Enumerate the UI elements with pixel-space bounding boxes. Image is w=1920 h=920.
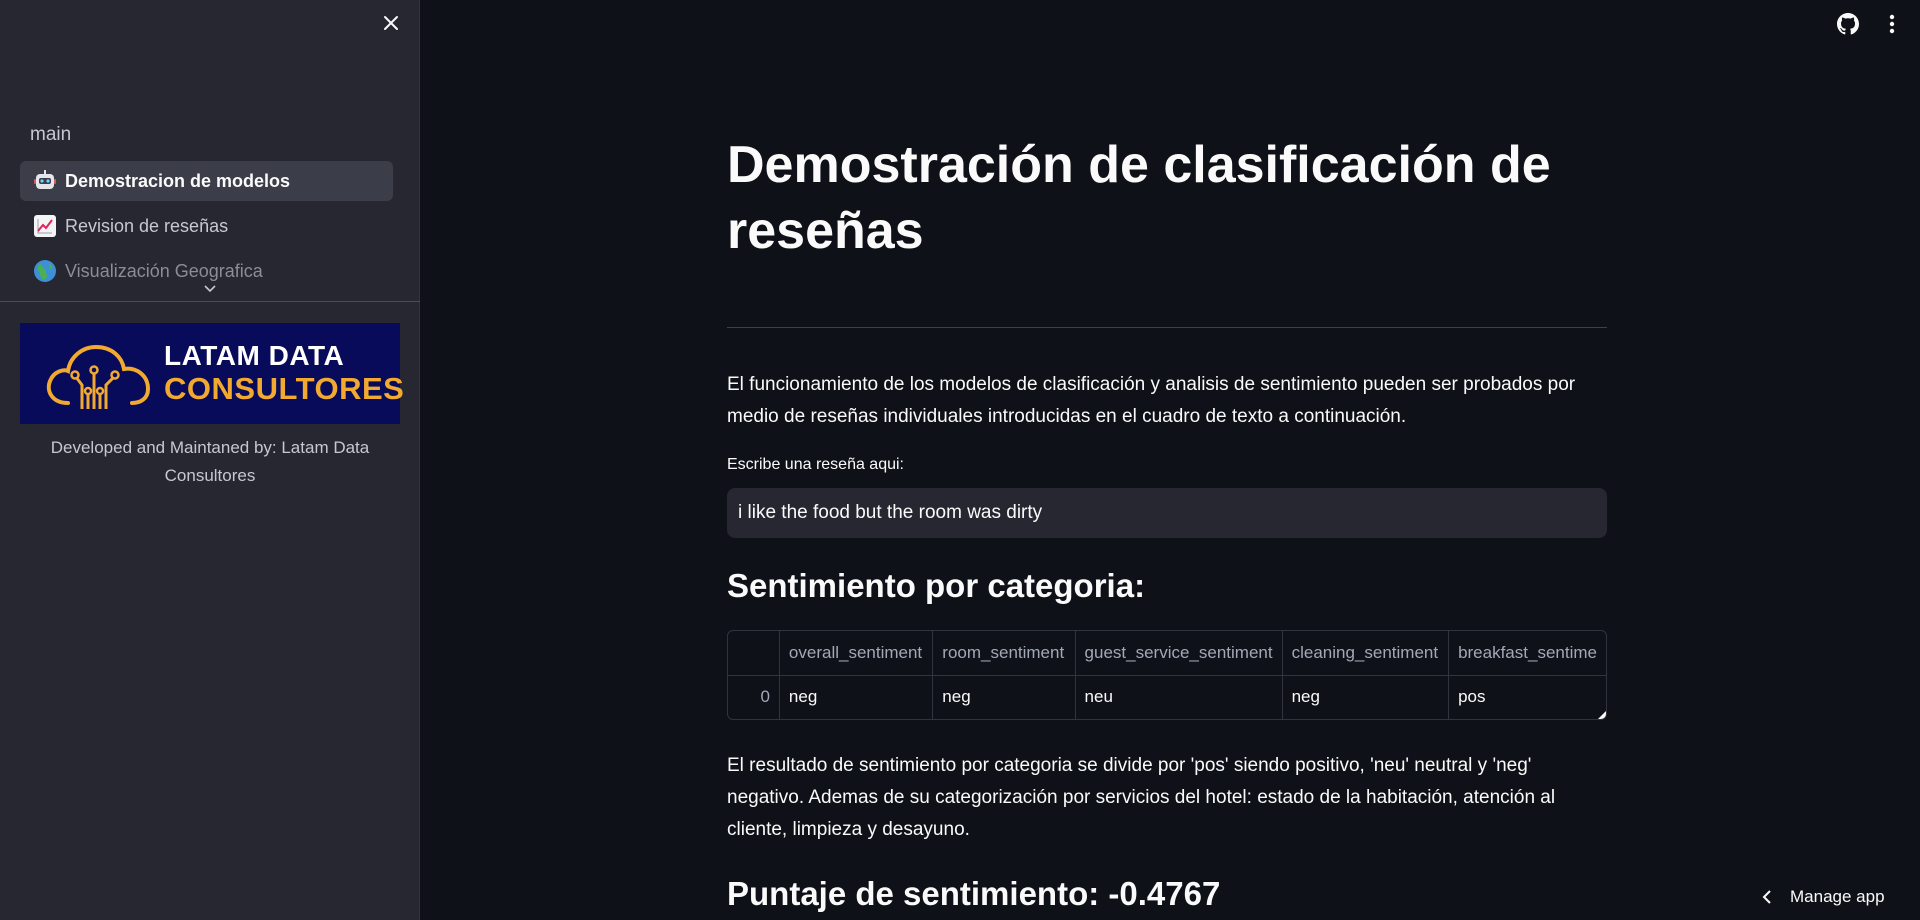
column-header[interactable]: room_sentiment xyxy=(932,631,1076,676)
sidebar: main Demostracion de modelos Revision de… xyxy=(0,0,420,920)
table-cell[interactable]: pos xyxy=(1448,675,1606,719)
sidebar-item-label: Visualización Geografica xyxy=(65,260,263,281)
table-header-row: overall_sentiment room_sentiment guest_s… xyxy=(728,631,1606,676)
sidebar-item-demostracion[interactable]: Demostracion de modelos xyxy=(20,161,393,201)
sidebar-divider xyxy=(0,301,420,302)
sentiment-table[interactable]: overall_sentiment room_sentiment guest_s… xyxy=(727,630,1607,720)
more-vertical-icon xyxy=(1889,14,1895,34)
github-icon xyxy=(1837,13,1859,35)
category-sentiment-heading: Sentimiento por categoria: xyxy=(727,567,1146,604)
review-input[interactable] xyxy=(727,488,1607,538)
close-icon xyxy=(384,16,398,30)
column-header[interactable]: guest_service_sentiment xyxy=(1075,631,1283,676)
review-input-label: Escribe una reseña aqui: xyxy=(727,456,904,473)
sentiment-dataframe: overall_sentiment room_sentiment guest_s… xyxy=(728,631,1606,719)
intro-paragraph: El funcionamiento de los modelos de clas… xyxy=(727,374,1576,427)
sidebar-caption: Developed and Maintaned by: Latam Data C… xyxy=(50,438,370,485)
chevron-down-icon xyxy=(204,285,216,293)
row-index: 0 xyxy=(728,675,780,719)
company-logo: LATAM DATA CONSULTORES xyxy=(20,323,404,424)
expand-nav-button[interactable] xyxy=(200,282,220,296)
column-header[interactable]: overall_sentiment xyxy=(779,631,934,676)
logo-line2: CONSULTORES xyxy=(164,370,405,406)
table-cell[interactable]: neg xyxy=(932,675,1076,719)
table-cell[interactable]: neg xyxy=(1282,675,1450,719)
table-cell[interactable]: neg xyxy=(779,675,934,719)
logo-line1: LATAM DATA xyxy=(164,340,345,372)
sentiment-score-heading: Puntaje de sentimiento: -0.4767 xyxy=(727,875,1221,912)
explanation-paragraph: El resultado de sentimiento por categori… xyxy=(727,755,1556,840)
table-row: 0 neg neg neu neg pos xyxy=(728,675,1606,719)
table-resize-handle[interactable] xyxy=(1598,711,1606,719)
content-divider xyxy=(727,327,1607,328)
nav-section-title: main xyxy=(30,124,72,145)
globe-icon xyxy=(33,259,57,283)
chevron-left-icon xyxy=(1762,890,1771,904)
main-menu-button[interactable] xyxy=(1878,10,1906,38)
robot-icon xyxy=(33,169,57,193)
github-button[interactable] xyxy=(1834,10,1862,38)
sidebar-item-revision[interactable]: Revision de reseñas xyxy=(20,206,393,246)
sidebar-item-label: Demostracion de modelos xyxy=(65,170,291,191)
chart-increasing-icon xyxy=(33,214,57,238)
logo-text: LATAM DATA CONSULTORES xyxy=(164,340,405,406)
manage-app-button[interactable]: Manage app xyxy=(1762,887,1885,907)
column-header[interactable]: breakfast_sentime xyxy=(1448,631,1606,676)
cloud-circuit-icon xyxy=(46,344,151,409)
page-title: Demostración de clasificación de reseñas xyxy=(727,136,1551,260)
column-header[interactable]: cleaning_sentiment xyxy=(1282,631,1450,676)
manage-app-label: Manage app xyxy=(1790,887,1885,906)
close-sidebar-button[interactable] xyxy=(378,10,404,36)
table-cell[interactable]: neu xyxy=(1075,675,1283,719)
index-header xyxy=(728,631,780,676)
sidebar-item-label: Revision de reseñas xyxy=(65,215,229,236)
